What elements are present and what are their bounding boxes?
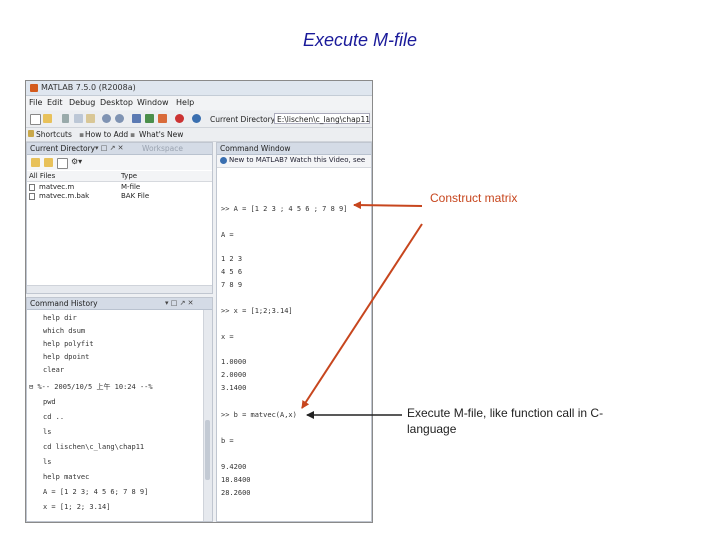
annotation-construct-matrix: Construct matrix bbox=[430, 191, 518, 205]
construct-matrix-arrow bbox=[353, 201, 423, 210]
annotation-arrows bbox=[301, 201, 423, 419]
matvec-call-arrow bbox=[301, 223, 423, 409]
annotation-execute-mfile: Execute M-file, like function call in C-… bbox=[407, 406, 604, 436]
